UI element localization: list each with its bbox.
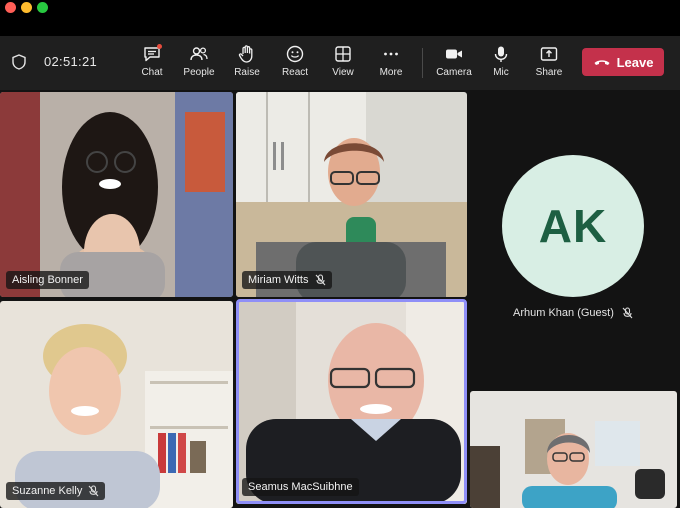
mic-off-icon: [315, 274, 325, 286]
close-window-button[interactable]: [5, 2, 16, 13]
view-label: View: [332, 67, 354, 78]
mic-label: Mic: [493, 67, 509, 78]
raise-hand-button[interactable]: Raise: [222, 44, 272, 84]
participant-nameplate: Seamus MacSuibhne: [242, 478, 359, 496]
share-button[interactable]: Share: [524, 44, 574, 84]
people-label: People: [183, 67, 215, 78]
mic-off-icon: [622, 307, 633, 319]
participant-nameplate: Suzanne Kelly: [6, 482, 106, 500]
minimize-window-button[interactable]: [21, 2, 32, 13]
participant-name: Suzanne Kelly: [12, 485, 83, 497]
raise-label: Raise: [234, 67, 260, 78]
people-icon: [190, 47, 208, 61]
more-button[interactable]: More: [366, 44, 416, 84]
participant-name: Arhum Khan (Guest): [513, 307, 614, 319]
participant-video: [0, 92, 233, 297]
react-button[interactable]: React: [270, 44, 320, 84]
zoom-window-button[interactable]: [37, 2, 48, 13]
participant-name: Miriam Witts: [248, 274, 309, 286]
leave-label: Leave: [616, 54, 654, 70]
mic-off-icon: [88, 485, 99, 497]
participant-video: [236, 92, 467, 297]
shield-icon: [12, 54, 26, 70]
camera-icon: [446, 49, 462, 59]
view-button[interactable]: View: [318, 44, 368, 84]
share-icon: [540, 47, 558, 61]
participant-video: [0, 301, 233, 508]
mic-icon: [494, 46, 508, 62]
raise-hand-icon: [238, 45, 253, 63]
grid-view-icon: [335, 46, 351, 62]
participant-video: [236, 301, 467, 504]
avatar: AK: [502, 155, 644, 297]
participant-tile-unnamed[interactable]: [470, 391, 677, 508]
participant-tile-aisling-bonner[interactable]: Aisling Bonner: [0, 92, 233, 297]
smiley-icon: [286, 45, 304, 63]
window-titlebar: [0, 0, 680, 36]
camera-label: Camera: [436, 67, 472, 78]
more-label: More: [379, 67, 403, 78]
react-label: React: [281, 67, 309, 78]
participant-video: [470, 391, 677, 508]
mic-button[interactable]: Mic: [476, 44, 526, 84]
chat-button[interactable]: Chat: [127, 44, 177, 84]
participant-tile-miriam-witts[interactable]: Miriam Witts: [236, 92, 467, 297]
meeting-timer: 02:51:21: [44, 54, 98, 69]
meeting-toolbar: 02:51:21 Chat People Raise React View Mo…: [0, 36, 680, 90]
more-icon: [384, 52, 398, 56]
participant-tile-seamus-macsuibhne[interactable]: Seamus MacSuibhne: [236, 301, 467, 504]
chat-notification-badge: [157, 44, 162, 49]
leave-button[interactable]: Leave: [582, 48, 664, 76]
toolbar-divider: [422, 48, 423, 78]
share-label: Share: [535, 67, 563, 78]
participant-name: Aisling Bonner: [12, 274, 83, 286]
participant-nameplate: Miriam Witts: [242, 271, 332, 289]
participant-nameplate: Aisling Bonner: [6, 271, 89, 289]
participant-name: Seamus MacSuibhne: [248, 481, 353, 493]
camera-button[interactable]: Camera: [429, 44, 479, 84]
people-button[interactable]: People: [174, 44, 224, 84]
participant-nameplate: Arhum Khan (Guest): [513, 307, 633, 319]
participant-tile-suzanne-kelly[interactable]: Suzanne Kelly: [0, 301, 233, 508]
chat-label: Chat: [141, 67, 163, 78]
phone-hangup-icon: [594, 60, 610, 65]
